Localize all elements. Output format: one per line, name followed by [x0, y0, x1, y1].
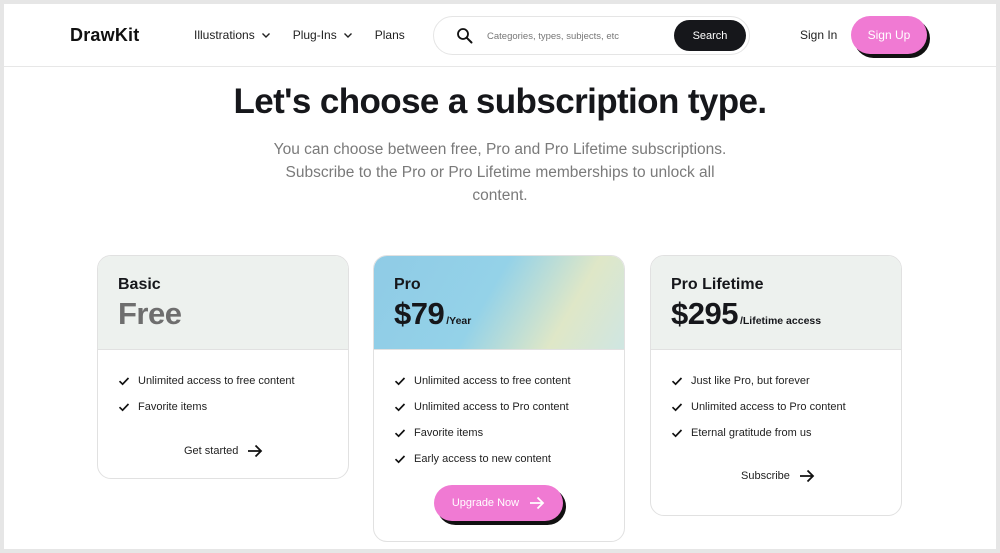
get-started-link[interactable]: Get started: [184, 444, 263, 458]
cta-label: Subscribe: [741, 470, 790, 482]
search-bar: Search: [433, 16, 750, 55]
check-icon: [671, 403, 683, 412]
plan-period: /Lifetime access: [739, 315, 822, 327]
plan-period: /Year: [446, 315, 472, 327]
plan-price: $79/Year: [394, 296, 471, 332]
plan-name: Basic: [118, 276, 161, 293]
chevron-down-icon: [343, 33, 352, 38]
feature-item: Favorite items: [118, 394, 295, 420]
check-icon: [118, 403, 130, 412]
arrow-right-icon: [530, 496, 545, 510]
sign-in-link[interactable]: Sign In: [800, 28, 837, 42]
feature-label: Just like Pro, but forever: [691, 375, 810, 387]
search-input[interactable]: [487, 27, 667, 45]
feature-item: Unlimited access to free content: [118, 368, 295, 394]
check-icon: [394, 377, 406, 386]
top-navbar: DrawKit Illustrations Plug-Ins Plans Sea…: [4, 4, 996, 67]
logo[interactable]: DrawKit: [70, 25, 139, 46]
check-icon: [118, 377, 130, 386]
sign-up-button[interactable]: Sign Up: [851, 16, 930, 58]
arrow-right-icon: [248, 444, 263, 458]
plan-price-value: Free: [118, 296, 182, 331]
upgrade-now-button[interactable]: Upgrade Now: [434, 485, 566, 525]
plan-name: Pro Lifetime: [671, 276, 764, 293]
feature-label: Eternal gratitude from us: [691, 427, 812, 439]
feature-label: Favorite items: [414, 427, 484, 439]
feature-list: Unlimited access to free content Favorit…: [118, 368, 295, 420]
plan-card-pro: Pro $79/Year Unlimited access to free co…: [373, 255, 625, 542]
feature-list: Just like Pro, but forever Unlimited acc…: [671, 368, 846, 446]
cta-label: Get started: [184, 445, 239, 457]
feature-label: Early access to new content: [414, 453, 551, 465]
cta-label: Upgrade Now: [451, 497, 520, 509]
search-icon: [457, 28, 473, 44]
nav-illustrations[interactable]: Illustrations: [194, 28, 271, 42]
plan-card-basic: Basic Free Unlimited access to free cont…: [97, 255, 349, 479]
nav-plans-label: Plans: [374, 28, 405, 42]
plan-card-header: Pro Lifetime $295/Lifetime access: [651, 256, 901, 350]
feature-item: Favorite items: [394, 420, 571, 446]
feature-label: Unlimited access to free content: [138, 375, 295, 387]
feature-item: Just like Pro, but forever: [671, 368, 846, 394]
nav-plug-ins-label: Plug-Ins: [292, 28, 337, 42]
plan-price-value: $79: [394, 296, 445, 331]
nav-plug-ins[interactable]: Plug-Ins: [293, 28, 353, 42]
feature-label: Unlimited access to Pro content: [691, 401, 846, 413]
plan-price-value: $295: [671, 296, 738, 331]
plan-card-pro-lifetime: Pro Lifetime $295/Lifetime access Just l…: [650, 255, 902, 516]
plan-price: Free: [118, 296, 182, 332]
plan-price: $295/Lifetime access: [671, 296, 821, 332]
search-button[interactable]: Search: [674, 20, 746, 51]
check-icon: [394, 455, 406, 464]
feature-list: Unlimited access to free content Unlimit…: [394, 368, 571, 472]
feature-item: Unlimited access to free content: [394, 368, 571, 394]
feature-item: Unlimited access to Pro content: [394, 394, 571, 420]
sign-up-label: Sign Up: [851, 16, 927, 54]
upgrade-button-face: Upgrade Now: [434, 485, 563, 521]
nav-illustrations-label: Illustrations: [194, 28, 255, 42]
check-icon: [394, 429, 406, 438]
check-icon: [394, 403, 406, 412]
plan-name: Pro: [394, 276, 421, 293]
check-icon: [671, 377, 683, 386]
feature-item: Eternal gratitude from us: [671, 420, 846, 446]
page-subtitle: You can choose between free, Pro and Pro…: [273, 141, 727, 204]
chevron-down-icon: [261, 33, 270, 38]
feature-item: Early access to new content: [394, 446, 571, 472]
arrow-right-icon: [799, 469, 815, 483]
feature-item: Unlimited access to Pro content: [671, 394, 846, 420]
plan-card-header: Pro $79/Year: [374, 256, 624, 350]
page-title: Let's choose a subscription type.: [233, 82, 767, 121]
feature-label: Favorite items: [138, 401, 208, 413]
plan-card-header: Basic Free: [98, 256, 348, 350]
main-nav: Illustrations Plug-Ins Plans: [194, 28, 427, 42]
page-frame: DrawKit Illustrations Plug-Ins Plans Sea…: [4, 4, 996, 549]
nav-plans[interactable]: Plans: [375, 28, 405, 42]
feature-label: Unlimited access to free content: [414, 375, 571, 387]
feature-label: Unlimited access to Pro content: [414, 401, 569, 413]
subscribe-link[interactable]: Subscribe: [741, 469, 815, 483]
check-icon: [671, 429, 683, 438]
